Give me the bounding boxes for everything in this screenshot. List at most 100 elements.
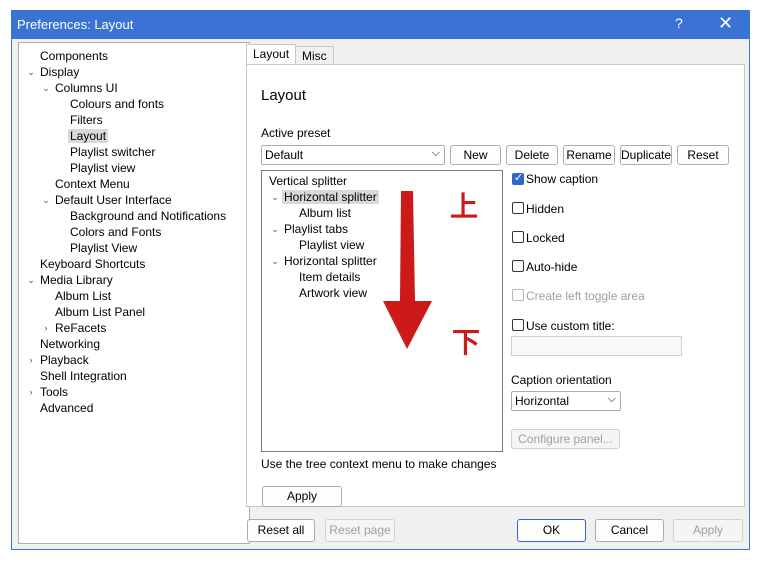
hidden-checkbox[interactable]: [512, 202, 524, 214]
preset-value: Default: [265, 148, 304, 162]
page-title: Layout: [261, 87, 307, 104]
layout-tree[interactable]: 上 下 Vertical splitter ⌄ Horizontal splitte…: [261, 170, 503, 452]
tree-item[interactable]: Playlist view: [68, 160, 137, 176]
tree-item[interactable]: Keyboard Shortcuts: [38, 256, 147, 272]
hint-text: Use the tree context menu to make change…: [261, 457, 497, 471]
tree-item[interactable]: › Tools: [30, 384, 70, 400]
chevron-down-icon[interactable]: ⌄: [26, 64, 36, 80]
help-icon[interactable]: ?: [675, 15, 683, 31]
layout.tree-item-label: Artwork view: [299, 286, 368, 300]
apply-layout-button[interactable]: Apply: [262, 486, 342, 507]
chevron-right-icon[interactable]: ›: [26, 352, 36, 368]
preferences-tree[interactable]: Components ⌄ Display ⌄ Columns UI Colours and…: [18, 42, 250, 544]
tree-item-label: Shell Integration: [40, 369, 127, 383]
reset-button[interactable]: Reset: [677, 145, 729, 165]
auto-hide-checkbox[interactable]: [512, 260, 524, 272]
close-icon[interactable]: ✕: [718, 13, 733, 34]
chevron-down-icon[interactable]: ⌄: [41, 192, 51, 208]
layout-panel: Layout Active preset Default ⌵ New Delet…: [246, 64, 745, 507]
layout.tree-item[interactable]: Item details: [297, 269, 362, 285]
annotation-bottom: 下: [452, 326, 481, 359]
annotation-top: 上: [450, 190, 479, 223]
chevron-down-icon[interactable]: ⌄: [26, 272, 36, 288]
cancel-button[interactable]: Cancel: [595, 519, 664, 542]
tab-layout[interactable]: Layout: [246, 44, 297, 66]
chevron-down-icon[interactable]: ⌄: [41, 80, 51, 96]
tree-item-label: Advanced: [40, 401, 94, 415]
layout.tree-item[interactable]: Artwork view: [297, 285, 369, 301]
custom-title-input[interactable]: [511, 336, 682, 356]
auto-hide-label: Auto-hide: [526, 260, 578, 274]
chevron-right-icon[interactable]: ›: [41, 320, 51, 336]
layout.tree-item[interactable]: Album list: [297, 205, 353, 221]
tree-item[interactable]: Networking: [38, 336, 102, 352]
reset-page-button[interactable]: Reset page: [325, 519, 395, 542]
layout.tree-item[interactable]: Vertical splitter: [267, 173, 349, 189]
tree-item[interactable]: Album List: [53, 288, 113, 304]
tree-item-label: Playback: [40, 353, 89, 367]
layout.tree-item-label: Playlist view: [299, 238, 365, 252]
delete-button[interactable]: Delete: [506, 145, 558, 165]
chevron-right-icon[interactable]: ›: [26, 384, 36, 400]
tree-item-label: Networking: [40, 337, 101, 351]
show-caption-checkbox[interactable]: [512, 171, 524, 185]
apply-button[interactable]: Apply: [673, 519, 743, 542]
tree-item-label: Context Menu: [55, 177, 130, 191]
caption-orientation-select[interactable]: Horizontal ⌵: [511, 391, 621, 411]
tree-item[interactable]: Components: [38, 48, 110, 64]
chevron-down-icon[interactable]: ⌄: [270, 253, 280, 269]
tree-item[interactable]: Background and Notifications: [68, 208, 228, 224]
tab-misc[interactable]: Misc: [295, 46, 334, 66]
tree-item-label: Default User Interface: [55, 193, 172, 207]
tree-item[interactable]: Advanced: [38, 400, 95, 416]
title-bar: Preferences: Layout ? ✕: [12, 11, 749, 39]
tree-item[interactable]: Album List Panel: [53, 304, 147, 320]
tree-item[interactable]: ⌄ Default User Interface: [42, 192, 174, 208]
ok-button[interactable]: OK: [517, 519, 586, 542]
locked-label: Locked: [526, 231, 565, 245]
tree-item[interactable]: ⌄ Media Library: [27, 272, 115, 288]
tree-item[interactable]: Colours and fonts: [68, 96, 166, 112]
preferences-window: Preferences: Layout ? ✕ Components ⌄ Displ…: [11, 10, 750, 550]
tree-item[interactable]: Context Menu: [53, 176, 132, 192]
locked-checkbox[interactable]: [512, 231, 524, 243]
tree-item[interactable]: Colors and Fonts: [68, 224, 163, 240]
layout.tree-item[interactable]: ⌄ Playlist tabs: [271, 221, 350, 237]
layout.tree-item[interactable]: Playlist view: [297, 237, 366, 253]
tree-item-label: Media Library: [40, 273, 113, 287]
tree-item-label: ReFacets: [55, 321, 107, 335]
rename-button[interactable]: Rename: [563, 145, 615, 165]
tree-item[interactable]: › Playback: [30, 352, 91, 368]
chevron-down-icon[interactable]: ⌄: [270, 189, 280, 205]
tree-item[interactable]: Playlist switcher: [68, 144, 157, 160]
tree-item-label: Display: [40, 65, 80, 79]
tree-item[interactable]: Shell Integration: [38, 368, 129, 384]
tree-item[interactable]: Playlist View: [68, 240, 139, 256]
chevron-down-icon: ⌵: [431, 147, 440, 159]
tree-item-label: Components: [40, 49, 109, 63]
new-button[interactable]: New: [450, 145, 501, 165]
tree-item-label: Keyboard Shortcuts: [40, 257, 146, 271]
layout.tree-item[interactable]: ⌄ Horizontal splitter: [271, 253, 379, 269]
chevron-down-icon[interactable]: ⌄: [270, 221, 280, 237]
tree-item-label: Album List: [55, 289, 112, 303]
tree-item-label: Playlist switcher: [70, 145, 156, 159]
reset-all-button[interactable]: Reset all: [247, 519, 315, 542]
tree-item[interactable]: › ReFacets: [45, 320, 108, 336]
preset-select[interactable]: Default ⌵: [261, 145, 445, 165]
tree-item[interactable]: Layout: [68, 128, 109, 144]
hidden-label: Hidden: [526, 202, 565, 216]
tree-item[interactable]: ⌄ Display: [27, 64, 81, 80]
configure-panel-button[interactable]: Configure panel...: [511, 429, 620, 449]
use-custom-title-checkbox[interactable]: [512, 319, 524, 331]
tree-item-label: Filters: [70, 113, 103, 127]
layout.tree-item[interactable]: ⌄ Horizontal splitter: [271, 189, 379, 205]
create-left-toggle-checkbox[interactable]: [512, 289, 524, 301]
tree-item[interactable]: Filters: [68, 112, 105, 128]
window-title: Preferences: Layout: [17, 17, 134, 32]
tree-item-label: Colors and Fonts: [70, 225, 162, 239]
caption-orientation-value: Horizontal: [515, 394, 570, 408]
tree-item[interactable]: ⌄ Columns UI: [42, 80, 120, 96]
duplicate-button[interactable]: Duplicate: [620, 145, 672, 165]
tree-item-label: Colours and fonts: [70, 97, 165, 111]
